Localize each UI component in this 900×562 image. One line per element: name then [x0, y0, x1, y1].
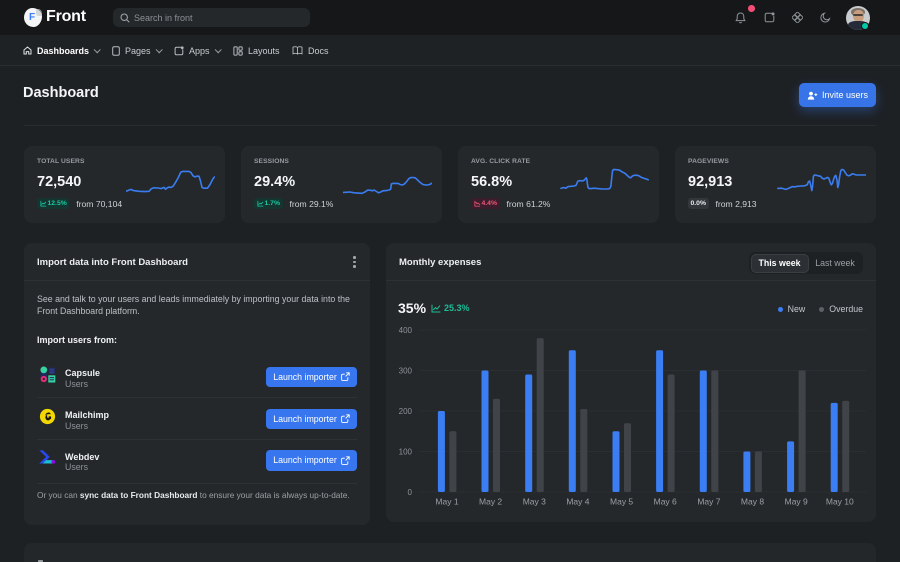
svg-text:May 10: May 10 [826, 497, 854, 507]
svg-text:May 8: May 8 [741, 497, 764, 507]
svg-text:May 2: May 2 [479, 497, 502, 507]
svg-text:May 5: May 5 [610, 497, 633, 507]
svg-text:May 6: May 6 [654, 497, 677, 507]
svg-text:May 1: May 1 [435, 497, 458, 507]
svg-text:300: 300 [399, 367, 413, 376]
svg-text:May 3: May 3 [523, 497, 546, 507]
svg-text:0: 0 [408, 488, 413, 497]
svg-text:May 7: May 7 [697, 497, 720, 507]
svg-text:May 9: May 9 [785, 497, 808, 507]
svg-text:400: 400 [399, 326, 413, 335]
svg-text:May 4: May 4 [566, 497, 589, 507]
svg-text:100: 100 [399, 448, 413, 457]
svg-text:200: 200 [399, 407, 413, 416]
